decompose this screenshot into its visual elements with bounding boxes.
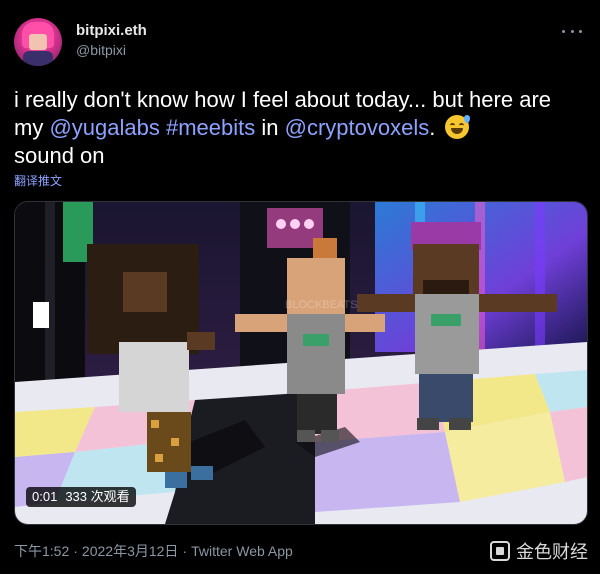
tweet-date[interactable]: 2022年3月12日 (82, 543, 179, 559)
video-status-overlay: 0:01 333 次观看 (26, 487, 136, 507)
tweet-text-part: in (255, 115, 285, 140)
meebit-1-pants-pattern (151, 420, 159, 428)
tweet-source: Twitter Web App (191, 543, 293, 559)
author-handle[interactable]: @bitpixi (76, 42, 126, 58)
translate-tweet-link[interactable]: 翻译推文 (14, 172, 62, 189)
meta-separator: · (73, 543, 78, 559)
dot (562, 29, 565, 33)
meebit-3-shirt (415, 294, 479, 374)
video-frame: BLOCKBEATS (15, 202, 587, 524)
meebit-2-shirt-logo (303, 334, 329, 346)
author-avatar[interactable] (14, 18, 62, 66)
scene-pillar-edge (45, 202, 55, 392)
tweet-text-part: sound on (14, 143, 105, 168)
hashtag-meebits-link[interactable]: #meebits (166, 115, 255, 140)
scene-sign-dot (304, 219, 314, 229)
meebit-1-shoe (165, 472, 187, 488)
meebit-2-shoe (297, 430, 315, 442)
dot (579, 29, 582, 33)
meebit-2-mohawk (313, 238, 337, 260)
meebit-1-shirt (119, 342, 189, 412)
sweat-smile-emoji-icon (445, 115, 471, 139)
emoji-mouth (451, 128, 464, 134)
watermark-label: 金色财经 (516, 542, 588, 562)
meta-separator: · (182, 543, 188, 559)
tweet-time[interactable]: 下午1:52 (14, 543, 69, 559)
avatar-face (29, 34, 47, 50)
scene-sign-dot (276, 219, 286, 229)
meebit-3-shoe (449, 418, 471, 430)
meebit-2-shoe (321, 430, 339, 442)
video-view-count: 333 次观看 (65, 489, 130, 504)
mention-yugalabs-link[interactable]: @yugalabs (49, 115, 159, 140)
more-options-icon[interactable] (562, 24, 582, 38)
scene-window-pink (33, 302, 49, 328)
tweet-text: i really don't know how I feel about tod… (14, 86, 584, 170)
meebit-3-legs (419, 374, 473, 422)
tweet-text-part: . (429, 115, 442, 140)
mention-cryptovoxels-link[interactable]: @cryptovoxels (285, 115, 430, 140)
meebit-1-pants-pattern (155, 454, 163, 462)
meebit-1-shoe (191, 466, 213, 480)
video-player[interactable]: BLOCKBEATS (14, 201, 588, 525)
emoji-sweat-drop (464, 115, 471, 123)
scene-sign-dot (290, 219, 300, 229)
meebit-1-pants-pattern (171, 438, 179, 446)
meebit-1-arm (187, 332, 215, 350)
tweet-card: bitpixi.eth @bitpixi i really don't know… (0, 0, 600, 574)
tweet-metadata: 下午1:52 · 2022年3月12日 · Twitter Web App (14, 541, 293, 561)
video-overlay-watermark: BLOCKBEATS (285, 299, 358, 311)
meebit-2-legs (297, 394, 337, 434)
avatar-body (23, 51, 53, 66)
dot (570, 29, 574, 33)
video-elapsed-time: 0:01 (32, 489, 58, 504)
meebit-3-shirt-logo (431, 314, 461, 326)
meebit-2-shirt (287, 314, 345, 394)
watermark-logo-icon (490, 541, 510, 561)
author-display-name[interactable]: bitpixi.eth (76, 22, 147, 39)
meebit-3-shoe (417, 418, 439, 430)
meebit-1-face (123, 272, 167, 312)
site-watermark: 金色财经 (490, 538, 588, 564)
scene-neon-strip (535, 202, 545, 352)
